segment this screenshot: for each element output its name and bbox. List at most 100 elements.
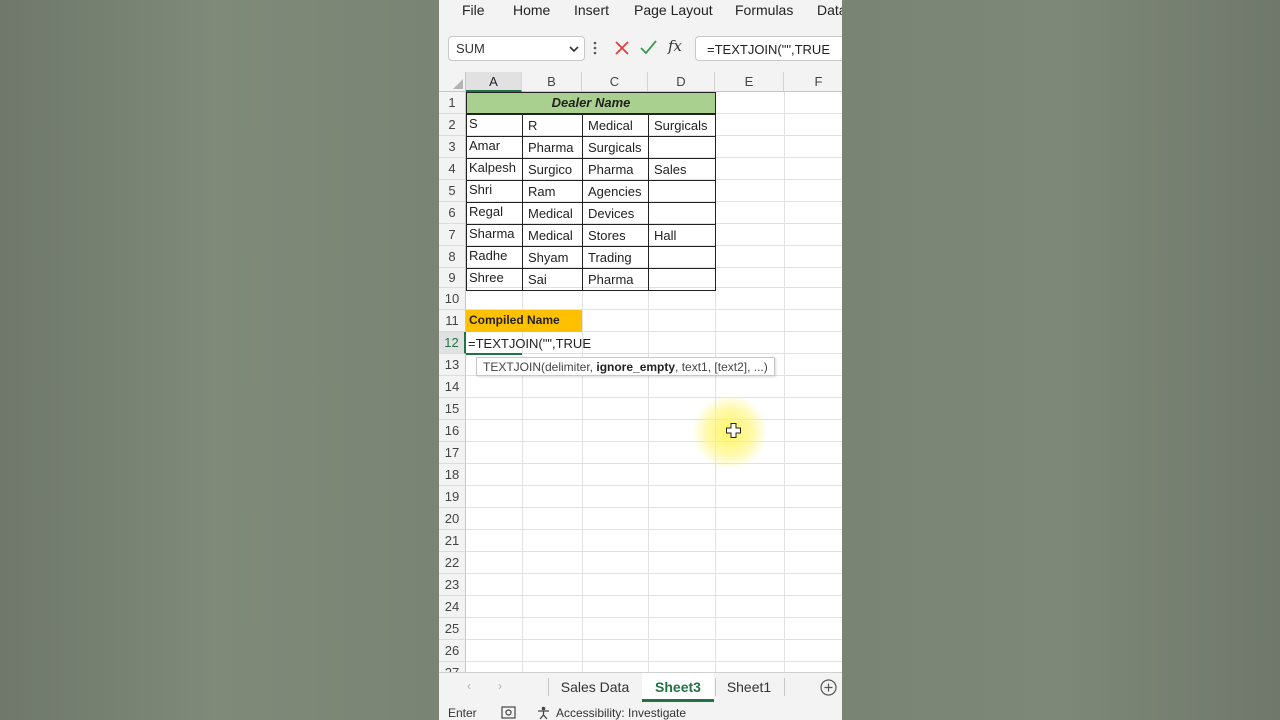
column-header-e[interactable]: E [715, 72, 784, 92]
table-cell[interactable] [648, 136, 716, 159]
ribbon-tab-home[interactable]: Home [513, 2, 550, 18]
row-header[interactable]: 23 [439, 574, 466, 596]
name-box-value: SUM [456, 41, 485, 56]
cell-mode-icon[interactable] [501, 706, 516, 719]
column-header-b[interactable]: B [522, 72, 582, 92]
row-header[interactable]: 8 [439, 246, 466, 268]
table-cell[interactable]: Medical [522, 202, 583, 225]
cell-a11-compiled-label[interactable]: Compiled Name [466, 310, 582, 332]
table-cell[interactable]: Agencies [582, 180, 649, 203]
cell-a12-editing[interactable]: =TEXTJOIN("",TRUE [468, 335, 591, 355]
row-header[interactable]: 20 [439, 508, 466, 530]
table-cell[interactable]: Trading [582, 246, 649, 269]
ribbon-tab-file[interactable]: File [462, 2, 485, 18]
ribbon-tab-formulas[interactable]: Formulas [735, 2, 793, 18]
sheet-tab-sales-data[interactable]: Sales Data [550, 673, 640, 702]
table-cell[interactable]: Stores [582, 224, 649, 247]
row-header[interactable]: 27 [439, 662, 466, 672]
table-cell[interactable] [648, 180, 716, 203]
table-cell[interactable]: Sales [648, 158, 716, 181]
table-cell[interactable]: Surgico [522, 158, 583, 181]
function-tooltip: TEXTJOIN(delimiter, ignore_empty, text1,… [476, 357, 775, 376]
formula-input[interactable]: =TEXTJOIN("",TRUE [695, 36, 842, 61]
row-header[interactable]: 10 [439, 288, 466, 310]
table-cell[interactable]: Pharma [582, 268, 649, 291]
tab-scroll-left-icon[interactable]: ‹ [467, 679, 471, 693]
row-header[interactable]: 17 [439, 442, 466, 464]
row-header[interactable]: 13 [439, 354, 466, 376]
name-box[interactable]: SUM [448, 36, 585, 61]
row-header[interactable]: 9 [439, 268, 466, 288]
table-cell[interactable] [648, 246, 716, 269]
sheet-tab-sheet3[interactable]: Sheet3 [642, 673, 714, 702]
formula-bar: SUM fx =TEXTJOIN("",TRUE [439, 26, 842, 72]
row-header[interactable]: 4 [439, 158, 466, 180]
table-cell[interactable] [648, 202, 716, 225]
row-header[interactable]: 15 [439, 398, 466, 420]
row-header[interactable]: 7 [439, 224, 466, 246]
table-cell[interactable]: Pharma [582, 158, 649, 181]
row-header[interactable]: 14 [439, 376, 466, 398]
row-header[interactable]: 21 [439, 530, 466, 552]
cancel-icon[interactable] [615, 41, 629, 55]
table-cell[interactable]: Sai [522, 268, 583, 291]
enter-check-icon[interactable] [640, 40, 657, 55]
table-cell[interactable] [648, 268, 716, 291]
table-cell[interactable]: Kalpesh [466, 158, 523, 181]
row-header[interactable]: 25 [439, 618, 466, 640]
table-cell[interactable]: Hall [648, 224, 716, 247]
table-cell[interactable]: Surgicals [582, 136, 649, 159]
table-cell[interactable]: Medical [522, 224, 583, 247]
row-header[interactable]: 5 [439, 180, 466, 202]
ribbon-tab-data[interactable]: Data [817, 2, 842, 18]
accessibility-icon[interactable] [536, 706, 551, 720]
row-header[interactable]: 19 [439, 486, 466, 508]
sheet-tabs-bar: ‹ › Sales Data Sheet3 Sheet1 [439, 672, 842, 702]
table-cell[interactable]: Sharma [466, 224, 523, 247]
table-cell[interactable]: Regal [466, 202, 523, 225]
more-options-icon[interactable] [593, 40, 597, 56]
row-header[interactable]: 16 [439, 420, 466, 442]
column-header-a[interactable]: A [466, 72, 522, 92]
table-cell[interactable]: Shyam [522, 246, 583, 269]
row-header[interactable]: 18 [439, 464, 466, 486]
table-cell[interactable]: R [522, 114, 583, 137]
select-all-button[interactable] [439, 72, 466, 92]
chevron-down-icon[interactable] [568, 42, 580, 56]
table-cell[interactable]: Medical [582, 114, 649, 137]
table-cell[interactable]: Radhe [466, 246, 523, 269]
table-cell[interactable]: Ram [522, 180, 583, 203]
table-cell[interactable]: Amar [466, 136, 523, 159]
cell-a1-title[interactable]: Dealer Name [466, 92, 716, 114]
tab-separator [548, 678, 549, 696]
row-header[interactable]: 22 [439, 552, 466, 574]
accessibility-status[interactable]: Accessibility: Investigate [556, 706, 686, 720]
insert-function-button[interactable]: fx [668, 37, 682, 55]
table-cell[interactable]: Devices [582, 202, 649, 225]
row-header[interactable]: 1 [439, 92, 466, 114]
row-header[interactable]: 2 [439, 114, 466, 136]
row-header[interactable]: 6 [439, 202, 466, 224]
row-header[interactable]: 24 [439, 596, 466, 618]
column-header-f[interactable]: F [784, 72, 842, 92]
ribbon-tab-insert[interactable]: Insert [574, 2, 609, 18]
row-header[interactable]: 12 [439, 332, 466, 354]
formula-text: =TEXTJOIN("",TRUE [707, 42, 830, 57]
table-cell[interactable]: Pharma [522, 136, 583, 159]
row-header[interactable]: 26 [439, 640, 466, 662]
add-sheet-icon[interactable] [820, 679, 837, 696]
ribbon-tab-page-layout[interactable]: Page Layout [634, 2, 713, 18]
column-header-d[interactable]: D [648, 72, 715, 92]
active-cell-border [466, 353, 522, 355]
row-header[interactable]: 11 [439, 310, 466, 332]
excel-window: File Home Insert Page Layout Formulas Da… [439, 0, 842, 720]
table-cell[interactable]: Surgicals [648, 114, 716, 137]
table-cell[interactable]: Shri [466, 180, 523, 203]
table-cell[interactable]: S [466, 114, 523, 137]
table-cell[interactable]: Shree [466, 268, 523, 291]
tab-scroll-right-icon[interactable]: › [498, 679, 502, 693]
row-header[interactable]: 3 [439, 136, 466, 158]
column-header-c[interactable]: C [582, 72, 648, 92]
worksheet-grid[interactable]: A B C D E F 1 2 3 4 5 6 7 8 9 10 11 12 13 14 15 16 17 18 1… [439, 72, 842, 672]
sheet-tab-sheet1[interactable]: Sheet1 [716, 673, 782, 702]
